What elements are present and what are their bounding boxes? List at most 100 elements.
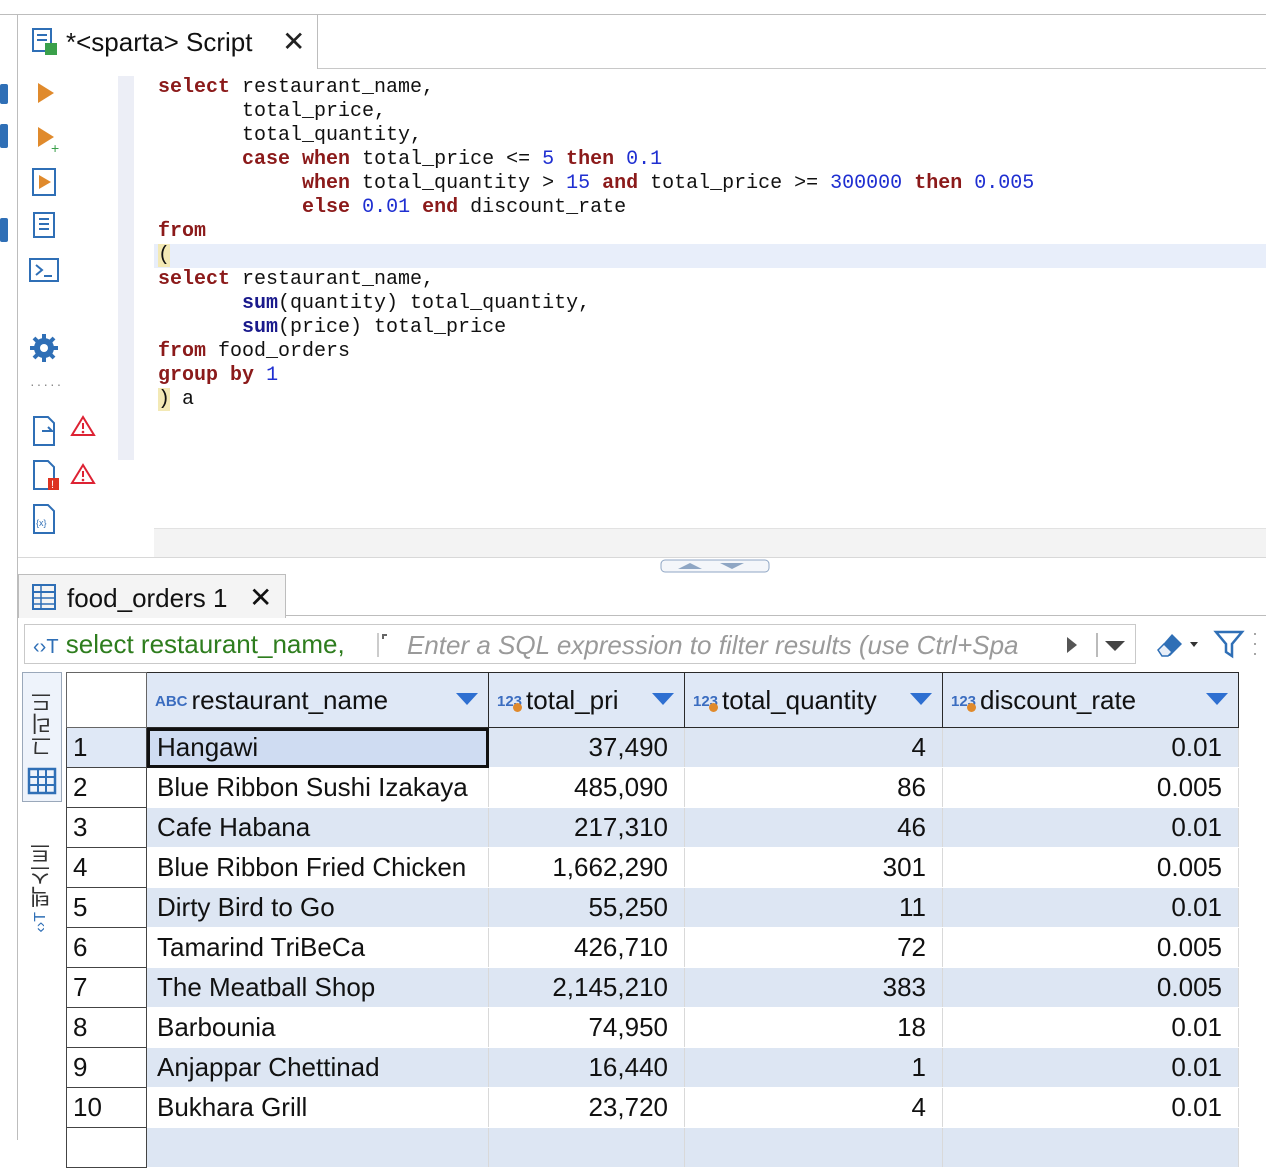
- row-number-cell[interactable]: 2: [66, 767, 147, 808]
- cell-restaurant_name[interactable]: Blue Ribbon Fried Chicken: [146, 847, 489, 888]
- row-number-cell[interactable]: 10: [66, 1087, 147, 1128]
- cell-discount_rate[interactable]: 0.005: [942, 847, 1239, 888]
- table-row[interactable]: 1 Hangawi 37,490 4 0.01: [66, 727, 1239, 768]
- terminal-icon[interactable]: [28, 256, 60, 286]
- run-filter-icon[interactable]: [1061, 633, 1081, 657]
- cell-discount_rate[interactable]: 0.01: [942, 887, 1239, 928]
- cell-restaurant_name[interactable]: The Meatball Shop: [146, 967, 489, 1008]
- column-header-1[interactable]: 123 total_pri: [488, 672, 685, 728]
- filter-funnel-icon[interactable]: [1212, 626, 1248, 662]
- clear-filter-eraser-icon[interactable]: [1150, 624, 1206, 664]
- table-row[interactable]: 7 The Meatball Shop 2,145,210 383 0.005: [66, 967, 1239, 1008]
- row-number-cell[interactable]: 1: [66, 727, 147, 768]
- code-line: select restaurant_name,: [158, 76, 1034, 100]
- filter-history-dropdown-icon[interactable]: [1093, 629, 1133, 661]
- cell-total_quantity[interactable]: 4: [684, 727, 943, 768]
- query-text[interactable]: ‹›T select restaurant_name,: [33, 629, 345, 660]
- script-error-icon[interactable]: !: [30, 458, 62, 492]
- cell-total_pri[interactable]: 23,720: [488, 1087, 685, 1128]
- cell-total_pri[interactable]: 1,662,290: [488, 847, 685, 888]
- column-header-0[interactable]: ABC restaurant_name: [146, 672, 489, 728]
- expand-filter-icon[interactable]: [375, 631, 405, 659]
- more-options-icon[interactable]: · · ·: [1252, 624, 1258, 662]
- cell-total_quantity[interactable]: 86: [684, 767, 943, 808]
- cell-restaurant_name[interactable]: Hangawi: [146, 727, 489, 768]
- script-editor-tab[interactable]: *<sparta> Script ✕: [18, 15, 318, 69]
- code-text: food_orders: [206, 340, 351, 363]
- table-row[interactable]: 8 Barbounia 74,950 18 0.01: [66, 1007, 1239, 1048]
- row-number-cell[interactable]: 9: [66, 1047, 147, 1088]
- cell-total_quantity[interactable]: 18: [684, 1007, 943, 1048]
- table-row[interactable]: 9 Anjappar Chettinad 16,440 1 0.01: [66, 1047, 1239, 1088]
- cell-total_quantity[interactable]: 1: [684, 1047, 943, 1088]
- cell-total_pri[interactable]: 2,145,210: [488, 967, 685, 1008]
- table-row[interactable]: 3 Cafe Habana 217,310 46 0.01: [66, 807, 1239, 848]
- cell-discount_rate[interactable]: 0.01: [942, 727, 1239, 768]
- cell-total_pri[interactable]: 485,090: [488, 767, 685, 808]
- variables-icon[interactable]: {x}: [30, 502, 60, 536]
- cell-total_pri[interactable]: 217,310: [488, 807, 685, 848]
- close-results-tab-button[interactable]: ✕: [249, 581, 272, 614]
- editor-horizontal-scrollbar[interactable]: [154, 528, 1266, 557]
- sort-dropdown-icon[interactable]: [456, 693, 478, 705]
- execute-statement-icon[interactable]: [34, 80, 58, 106]
- sort-dropdown-icon[interactable]: [910, 693, 932, 705]
- grid-view-tab[interactable]: 그리드: [22, 672, 62, 802]
- cell-total_pri[interactable]: 55,250: [488, 887, 685, 928]
- settings-gear-icon[interactable]: [28, 332, 60, 364]
- results-tab[interactable]: food_orders 1 ✕: [18, 574, 286, 618]
- column-header-2[interactable]: 123 total_quantity: [684, 672, 943, 728]
- row-number-cell[interactable]: 5: [66, 887, 147, 928]
- cell-discount_rate[interactable]: 0.01: [942, 807, 1239, 848]
- cell-discount_rate[interactable]: 0.01: [942, 1087, 1239, 1128]
- row-number-cell[interactable]: 4: [66, 847, 147, 888]
- cell-total_quantity[interactable]: 4: [684, 1087, 943, 1128]
- sql-keyword: when: [302, 148, 351, 171]
- cell-total_quantity[interactable]: 383: [684, 967, 943, 1008]
- sort-dropdown-icon[interactable]: [652, 693, 674, 705]
- panel-splitter[interactable]: [18, 557, 1266, 573]
- cell-restaurant_name[interactable]: Tamarind TriBeCa: [146, 927, 489, 968]
- cell-discount_rate[interactable]: 0.005: [942, 767, 1239, 808]
- table-row[interactable]: 2 Blue Ribbon Sushi Izakaya 485,090 86 0.005: [66, 767, 1239, 808]
- cell-discount_rate[interactable]: 0.01: [942, 1047, 1239, 1088]
- row-number-cell[interactable]: 6: [66, 927, 147, 968]
- cell-discount_rate[interactable]: 0.005: [942, 927, 1239, 968]
- row-number-cell[interactable]: 8: [66, 1007, 147, 1048]
- row-number-header[interactable]: [66, 672, 147, 728]
- cell-restaurant_name[interactable]: Cafe Habana: [146, 807, 489, 848]
- sql-code-editor[interactable]: select restaurant_name, total_price, tot…: [158, 76, 1034, 412]
- cell-restaurant_name[interactable]: Barbounia: [146, 1007, 489, 1048]
- table-row[interactable]: 5 Dirty Bird to Go 55,250 11 0.01: [66, 887, 1239, 928]
- cell-restaurant_name[interactable]: Bukhara Grill: [146, 1087, 489, 1128]
- table-row[interactable]: 10 Bukhara Grill 23,720 4 0.01: [66, 1087, 1239, 1128]
- sort-dropdown-icon[interactable]: [1206, 693, 1228, 705]
- cell-restaurant_name[interactable]: Blue Ribbon Sushi Izakaya: [146, 767, 489, 808]
- splitter-collapse-handle[interactable]: [660, 559, 770, 573]
- cell-total_quantity[interactable]: 11: [684, 887, 943, 928]
- cell-total_pri[interactable]: 16,440: [488, 1047, 685, 1088]
- row-number-cell[interactable]: 7: [66, 967, 147, 1008]
- cell-restaurant_name[interactable]: Anjappar Chettinad: [146, 1047, 489, 1088]
- cell-discount_rate[interactable]: 0.01: [942, 1007, 1239, 1048]
- execute-script-icon[interactable]: [30, 166, 60, 198]
- cell-restaurant_name[interactable]: Dirty Bird to Go: [146, 887, 489, 928]
- table-row[interactable]: 4 Blue Ribbon Fried Chicken 1,662,290 301 0.…: [66, 847, 1239, 888]
- sql-function: sum: [242, 292, 279, 315]
- filter-expression-input[interactable]: [405, 627, 1089, 663]
- column-header-3[interactable]: 123 discount_rate: [942, 672, 1239, 728]
- cell-total_quantity[interactable]: 72: [684, 927, 943, 968]
- row-number-cell[interactable]: 3: [66, 807, 147, 848]
- cell-discount_rate[interactable]: 0.005: [942, 967, 1239, 1008]
- close-script-tab-button[interactable]: ✕: [282, 25, 305, 58]
- cell-total_quantity[interactable]: 46: [684, 807, 943, 848]
- export-script-icon[interactable]: [30, 414, 60, 448]
- execute-in-new-tab-icon[interactable]: +: [34, 124, 62, 154]
- table-row[interactable]: 6 Tamarind TriBeCa 426,710 72 0.005: [66, 927, 1239, 968]
- cell-total_quantity[interactable]: 301: [684, 847, 943, 888]
- explain-plan-icon[interactable]: [30, 210, 60, 242]
- cell-total_pri[interactable]: 37,490: [488, 727, 685, 768]
- cell-total_pri[interactable]: 426,710: [488, 927, 685, 968]
- cell-total_pri[interactable]: 74,950: [488, 1007, 685, 1048]
- text-view-tab[interactable]: 텍스트 ‹›T: [22, 832, 62, 942]
